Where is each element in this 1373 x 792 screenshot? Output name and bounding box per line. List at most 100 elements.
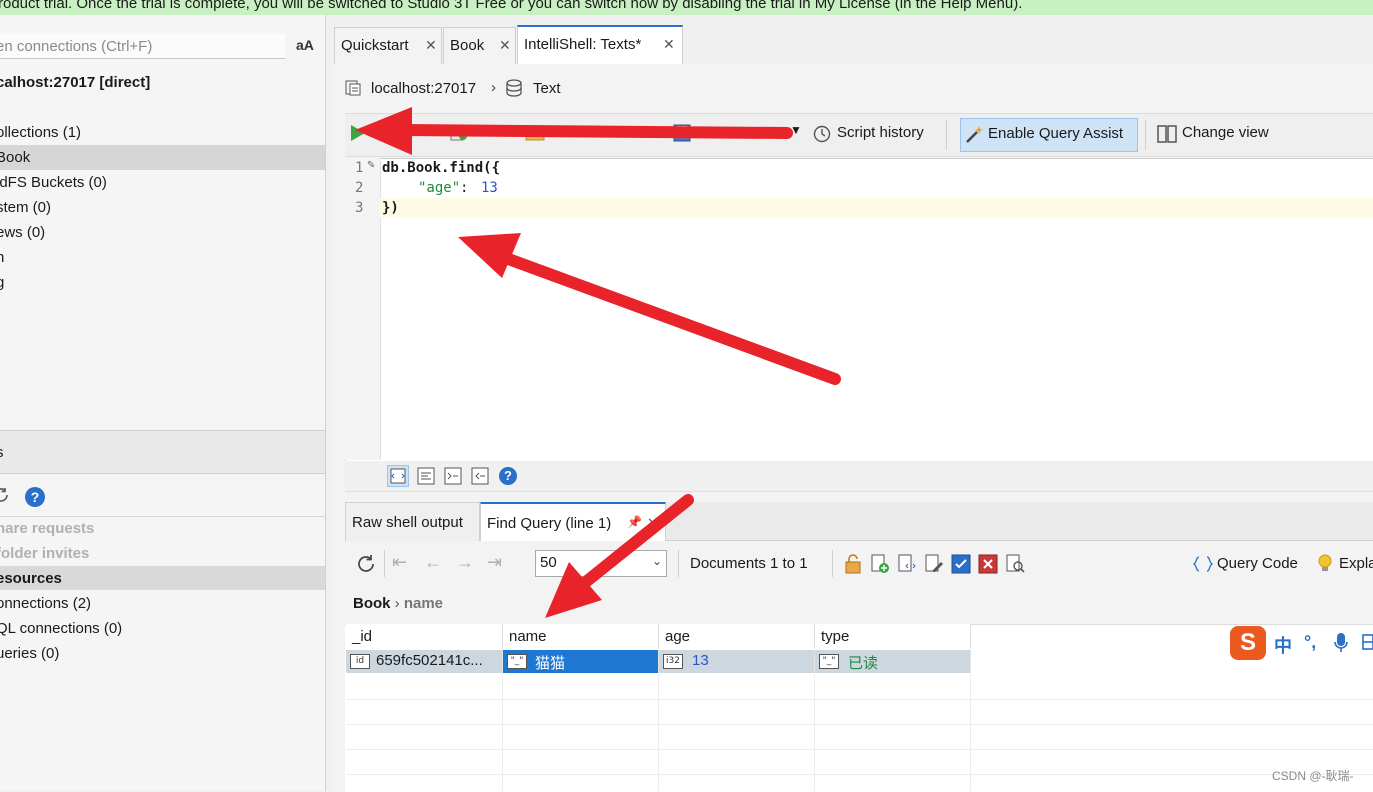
empty-row [346, 699, 1373, 725]
enable-query-assist-label: Enable Query Assist [988, 125, 1124, 142]
search-placeholder: en connections (Ctrl+F) [0, 38, 153, 55]
code-key: "age" [418, 180, 461, 196]
tree-item-admin[interactable]: n [0, 245, 325, 270]
script-history-button[interactable]: Script history [837, 124, 924, 141]
run-line-icon[interactable] [450, 124, 468, 146]
open-script-icon[interactable] [525, 124, 545, 146]
query-code-icon[interactable] [1192, 554, 1214, 578]
prev-page-icon[interactable]: ← [424, 552, 442, 573]
refresh-icon[interactable] [0, 486, 10, 504]
ime-punct-toggle[interactable]: °, [1304, 632, 1316, 653]
explain-button[interactable]: Expla [1339, 555, 1373, 572]
change-view-icon[interactable] [1157, 124, 1177, 148]
tab-raw-shell-output[interactable]: Raw shell output [345, 502, 480, 541]
toolbar-divider [678, 550, 679, 577]
next-page-icon[interactable]: → [456, 552, 474, 573]
format-code-icon[interactable] [387, 465, 409, 487]
tree-item-config[interactable]: g [0, 270, 325, 295]
save-script-icon[interactable] [673, 124, 691, 146]
tree-item-views[interactable]: ews (0) [0, 220, 325, 245]
run-icon[interactable] [349, 123, 367, 147]
server-icon [345, 80, 361, 96]
breadcrumb-host[interactable]: localhost:27017 [371, 80, 476, 97]
page-size-select[interactable]: 50 ⌄ [535, 550, 667, 577]
tab-intellishell[interactable]: IntelliShell: Texts* ✕ [517, 25, 683, 64]
close-icon[interactable]: ✕ [425, 37, 437, 54]
sogou-logo-icon[interactable]: S [1230, 626, 1266, 660]
connection-title[interactable]: calhost:27017 [direct] [0, 74, 150, 91]
enable-query-assist-button[interactable]: Enable Query Assist [960, 118, 1138, 152]
int32-type-icon: i32 [663, 654, 683, 669]
lock-icon[interactable] [845, 554, 861, 578]
add-document-icon[interactable] [870, 554, 890, 578]
ime-tools-icon[interactable] [1362, 634, 1373, 654]
edit-document-icon[interactable] [924, 554, 944, 578]
indent-icon[interactable] [444, 467, 462, 489]
tree-item-collections[interactable]: ollections (1) [0, 120, 325, 145]
help-icon[interactable]: ? [25, 487, 45, 507]
chevron-down-icon: ⌄ [651, 554, 662, 568]
resource-queries[interactable]: ueries (0) [0, 645, 59, 662]
resource-connections[interactable]: onnections (2) [0, 595, 91, 612]
close-icon[interactable]: ✕ [499, 37, 511, 54]
breadcrumb-db[interactable]: Text [533, 80, 561, 97]
delete-icon[interactable] [978, 554, 998, 578]
path-collection[interactable]: Book [353, 595, 391, 612]
column-header-name[interactable]: name [503, 624, 659, 649]
last-page-icon[interactable]: ⇥ [487, 552, 502, 573]
refresh-icon[interactable] [355, 553, 377, 579]
microphone-icon[interactable] [1334, 632, 1348, 658]
code-line-3: }) [382, 200, 399, 216]
toolbar-divider [832, 550, 833, 577]
section-label: s [0, 444, 4, 461]
code-value: 13 [481, 180, 498, 196]
fold-icon[interactable]: ✎ [367, 160, 375, 171]
column-header-type[interactable]: type [815, 624, 971, 649]
query-code-button[interactable]: Query Code [1217, 555, 1298, 572]
objectid-type-icon: id [350, 654, 370, 669]
current-line-highlight [380, 198, 1373, 218]
column-divider [970, 674, 971, 791]
case-sensitive-toggle[interactable]: aA [296, 37, 314, 53]
toolbar-divider [946, 120, 947, 150]
column-header-age[interactable]: age [659, 624, 815, 649]
watermark: CSDN @-耿瑞- [1272, 769, 1354, 783]
lightbulb-icon[interactable] [1316, 553, 1334, 579]
help-icon[interactable]: ? [499, 467, 517, 485]
first-page-icon[interactable]: ⇤ [392, 552, 407, 573]
tree-item-book[interactable]: Book [0, 145, 325, 170]
column-divider [502, 674, 503, 791]
shell-toolbar: ▼ Script history Enable Query Assist Cha… [345, 113, 1373, 157]
outdent-icon[interactable] [471, 467, 489, 489]
tab-book[interactable]: Book ✕ [443, 27, 516, 64]
documents-count: Documents 1 to 1 [690, 555, 808, 572]
close-icon[interactable]: ✕ [663, 36, 675, 53]
close-icon[interactable]: ✕ [647, 515, 658, 531]
trial-banner: roduct trial. Once the trial is complete… [0, 0, 1373, 15]
cell-id[interactable]: id 659fc502141c... [346, 650, 503, 673]
ime-chinese-toggle[interactable]: 中 [1274, 632, 1292, 658]
column-header-id[interactable]: _id [346, 624, 503, 649]
select-all-icon[interactable] [951, 554, 971, 578]
chevron-down-icon[interactable]: ▼ [790, 123, 802, 137]
view-json-icon[interactable] [897, 554, 917, 578]
tree-item-system[interactable]: stem (0) [0, 195, 325, 220]
cell-age[interactable]: i32 13 [659, 650, 815, 673]
connection-search-input[interactable]: en connections (Ctrl+F) [0, 34, 285, 59]
resources-header[interactable]: esources [0, 566, 325, 590]
tab-find-query[interactable]: Find Query (line 1) 📌 ✕ [480, 502, 666, 542]
path-field[interactable]: name [404, 595, 443, 612]
database-icon [505, 79, 523, 101]
search-icon[interactable] [1005, 554, 1025, 578]
cell-type[interactable]: "_" 已读 [815, 650, 971, 673]
tree-item-gridfs[interactable]: idFS Buckets (0) [0, 170, 325, 195]
result-tabs: Raw shell output Find Query (line 1) 📌 ✕ [345, 502, 1373, 542]
editor-footer: ? [345, 461, 1373, 492]
align-left-icon[interactable] [417, 467, 435, 489]
tab-quickstart[interactable]: Quickstart ✕ [334, 27, 442, 64]
cell-name[interactable]: "_" 猫猫 [503, 650, 659, 673]
change-view-button[interactable]: Change view [1182, 124, 1269, 141]
script-history-icon[interactable] [811, 124, 831, 148]
resource-sql-connections[interactable]: QL connections (0) [0, 620, 122, 637]
pin-icon[interactable]: 📌 [627, 515, 642, 529]
